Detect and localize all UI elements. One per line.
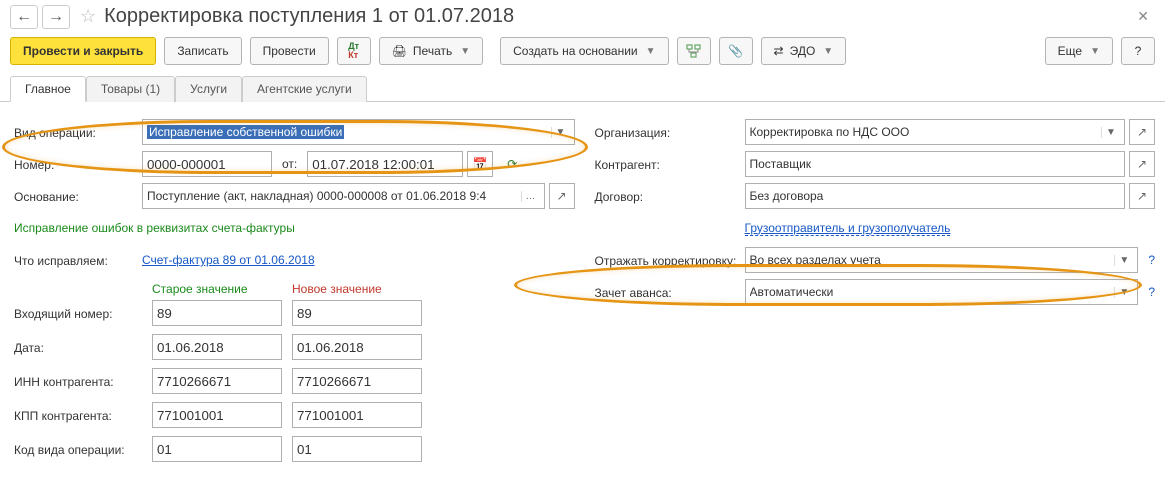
reflect-select[interactable]: Во всех разделах учета ▼: [745, 247, 1139, 273]
tab-services[interactable]: Услуги: [175, 76, 242, 102]
edo-button[interactable]: ⇄ ЭДО ▼: [761, 37, 847, 65]
tree-icon: [686, 44, 702, 58]
dog-select[interactable]: Без договора: [745, 183, 1126, 209]
reflect-label: Отражать корректировку:: [595, 252, 741, 268]
post-and-close-button[interactable]: Провести и закрыть: [10, 37, 156, 65]
chevron-down-icon: ▼: [823, 46, 833, 57]
number-field[interactable]: [142, 151, 272, 177]
help-reflect[interactable]: ?: [1148, 253, 1155, 267]
cmp-old-1[interactable]: [152, 334, 282, 360]
basis-open-button[interactable]: ↗: [549, 183, 575, 209]
save-button[interactable]: Записать: [164, 37, 241, 65]
dog-open-button[interactable]: ↗: [1129, 183, 1155, 209]
cmp-old-2[interactable]: [152, 368, 282, 394]
basis-select[interactable]: Поступление (акт, накладная) 0000-000008…: [142, 183, 545, 209]
open-icon: ↗: [1137, 157, 1147, 171]
nav-back-button[interactable]: ←: [10, 5, 38, 29]
print-button[interactable]: 🖨 Печать ▼: [379, 37, 483, 65]
invoice-link[interactable]: Счет-фактура 89 от 01.06.2018: [142, 253, 315, 267]
tab-main[interactable]: Главное: [10, 76, 86, 102]
post-button[interactable]: Провести: [250, 37, 329, 65]
op-type-select[interactable]: Исправление собственной ошибки ▼: [142, 119, 575, 145]
cmp-label-3: КПП контрагента:: [14, 407, 152, 423]
advance-select[interactable]: Автоматически ▼: [745, 279, 1139, 305]
refresh-icon[interactable]: ⟳: [507, 157, 517, 171]
cmp-new-0[interactable]: [292, 300, 422, 326]
chevron-down-icon: ▼: [1101, 127, 1120, 138]
cmp-label-2: ИНН контрагента:: [14, 373, 152, 389]
cmp-old-3[interactable]: [152, 402, 282, 428]
favorite-star-icon[interactable]: ☆: [80, 6, 96, 27]
calendar-icon: 📅: [473, 157, 488, 171]
fix-what-label: Что исправляем:: [14, 252, 138, 268]
more-button[interactable]: Еще ▼: [1045, 37, 1113, 65]
tab-agent[interactable]: Агентские услуги: [242, 76, 367, 102]
contr-open-button[interactable]: ↗: [1129, 151, 1155, 177]
contr-label: Контрагент:: [595, 156, 741, 172]
create-based-button[interactable]: Создать на основании ▼: [500, 37, 668, 65]
close-icon[interactable]: ✕: [1131, 4, 1155, 29]
open-icon: ↗: [556, 189, 566, 203]
green-hint: Исправление ошибок в реквизитах счета-фа…: [14, 221, 295, 235]
help-toolbar-button[interactable]: ?: [1121, 37, 1155, 65]
open-icon: ↗: [1137, 189, 1147, 203]
cmp-new-3[interactable]: [292, 402, 422, 428]
tab-goods[interactable]: Товары (1): [86, 76, 175, 102]
cmp-label-1: Дата:: [14, 339, 152, 355]
chevron-down-icon: ▼: [1114, 287, 1133, 298]
printer-icon: 🖨: [392, 44, 407, 58]
cmp-old-0[interactable]: [152, 300, 282, 326]
basis-label: Основание:: [14, 188, 138, 204]
structure-button[interactable]: [677, 37, 711, 65]
cmp-new-4[interactable]: [292, 436, 422, 462]
op-type-label: Вид операции:: [14, 124, 138, 140]
page-title: Корректировка поступления 1 от 01.07.201…: [104, 5, 514, 28]
shipper-link[interactable]: Грузоотправитель и грузополучатель: [745, 221, 951, 236]
cmp-label-4: Код вида операции:: [14, 441, 152, 457]
dt-kt-button[interactable]: ДтКт: [337, 37, 371, 65]
org-select[interactable]: Корректировка по НДС ООО ▼: [745, 119, 1126, 145]
new-value-header: Новое значение: [292, 282, 422, 296]
chevron-down-icon: ▼: [551, 127, 570, 138]
chevron-down-icon: ▼: [1114, 255, 1133, 266]
date-field[interactable]: [307, 151, 463, 177]
cmp-old-4[interactable]: [152, 436, 282, 462]
dog-label: Договор:: [595, 188, 741, 204]
help-advance[interactable]: ?: [1148, 285, 1155, 299]
cmp-new-1[interactable]: [292, 334, 422, 360]
number-label: Номер:: [14, 156, 138, 172]
chevron-down-icon: ▼: [646, 46, 656, 57]
nav-forward-button[interactable]: →: [42, 5, 70, 29]
org-open-button[interactable]: ↗: [1129, 119, 1155, 145]
org-label: Организация:: [595, 124, 741, 140]
old-value-header: Старое значение: [152, 282, 282, 296]
calendar-button[interactable]: 📅: [467, 151, 493, 177]
exchange-icon: ⇄: [774, 44, 784, 58]
open-icon: ↗: [1137, 125, 1147, 139]
cmp-new-2[interactable]: [292, 368, 422, 394]
attach-button[interactable]: 📎: [719, 37, 753, 65]
advance-label: Зачет аванса:: [595, 284, 741, 300]
from-label: от:: [282, 157, 297, 171]
tabs: Главное Товары (1) Услуги Агентские услу…: [0, 75, 1165, 102]
paperclip-icon: 📎: [728, 44, 743, 58]
chevron-down-icon: ▼: [460, 46, 470, 57]
chevron-down-icon: ▼: [1090, 46, 1100, 57]
ellipsis-icon: …: [521, 191, 540, 202]
cmp-label-0: Входящий номер:: [14, 305, 152, 321]
contr-select[interactable]: Поставщик: [745, 151, 1126, 177]
